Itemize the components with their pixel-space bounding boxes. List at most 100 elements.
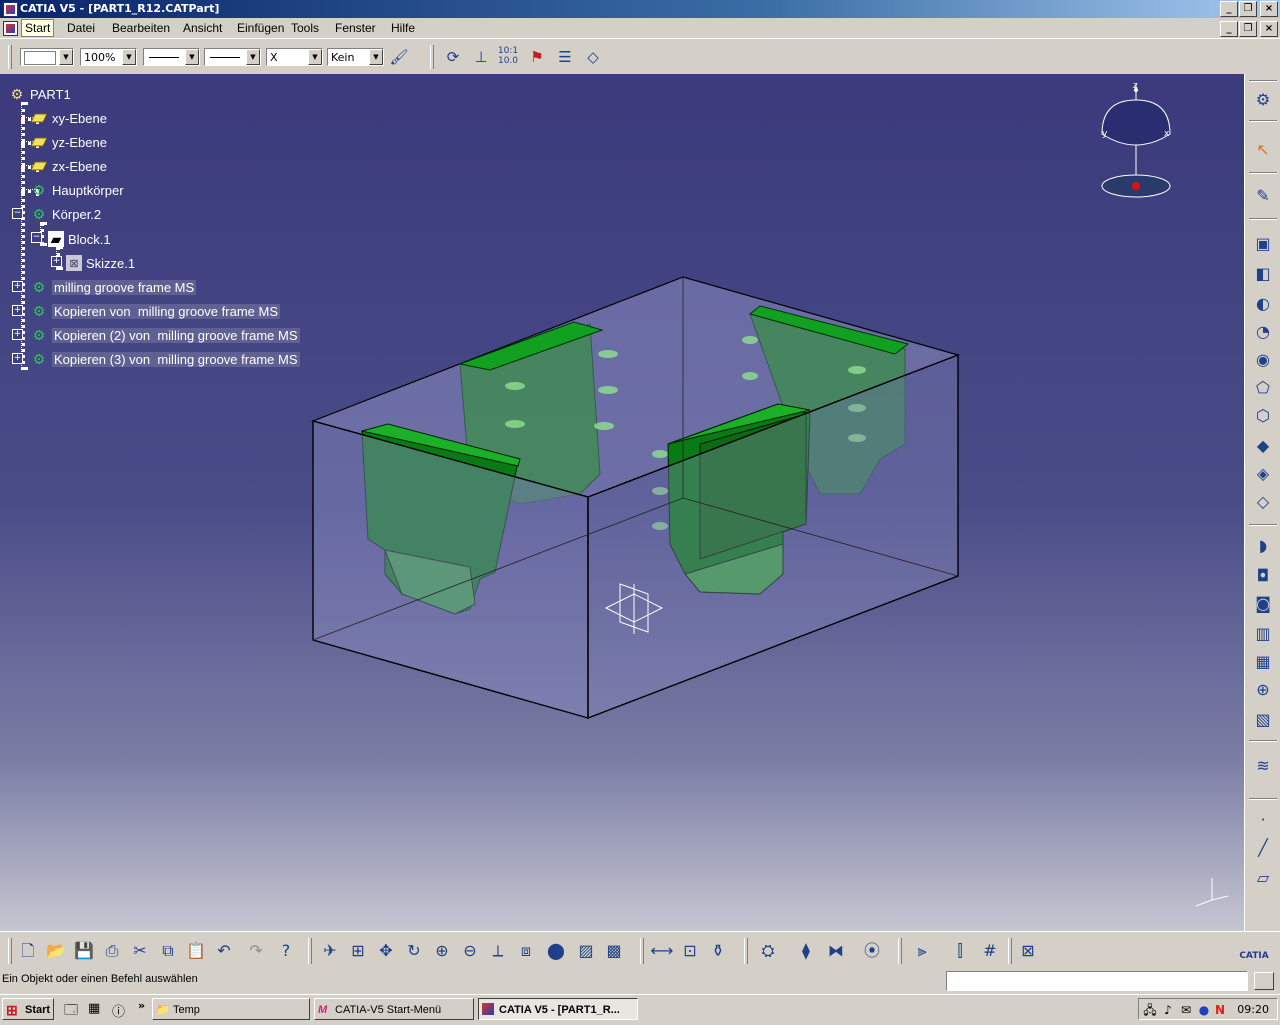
- command-button[interactable]: [1254, 972, 1274, 990]
- grid-icon[interactable]: #: [978, 939, 1002, 963]
- render-style-icon[interactable]: ⬤: [544, 939, 568, 963]
- draft-analysis-icon[interactable]: ⫿: [948, 939, 972, 963]
- cut-icon[interactable]: ✂: [128, 939, 152, 963]
- plane-tool-icon[interactable]: ▱: [1251, 866, 1275, 890]
- analysis-icon[interactable]: ⫸: [910, 939, 934, 963]
- document-icon[interactable]: [3, 21, 18, 36]
- snap-icon[interactable]: ⊠: [1016, 939, 1040, 963]
- slot-tool-icon[interactable]: ⬡: [1251, 404, 1275, 428]
- chamfer-tool-icon[interactable]: ◘: [1251, 564, 1275, 588]
- zoom-out-icon[interactable]: ⊖: [458, 939, 482, 963]
- transparency-combo[interactable]: 100% ▼: [80, 48, 137, 66]
- antivirus-icon[interactable]: ●: [1197, 1003, 1211, 1017]
- pad-tool-icon[interactable]: ▣: [1251, 232, 1275, 256]
- doc-minimize-button[interactable]: _: [1220, 21, 1238, 37]
- hide-show-icon[interactable]: ▨: [574, 939, 598, 963]
- remove-loft-tool-icon[interactable]: ◇: [1251, 490, 1275, 514]
- fly-mode-icon[interactable]: ✈: [318, 939, 342, 963]
- network-icon[interactable]: 🖧: [1143, 1003, 1157, 1017]
- thread-tool-icon[interactable]: ⊕: [1251, 678, 1275, 702]
- info-icon[interactable]: ⓘ: [112, 1001, 125, 1020]
- point-tool-icon[interactable]: ·: [1251, 808, 1275, 832]
- start-button[interactable]: ⊞ Start: [2, 998, 54, 1020]
- fit-all-icon[interactable]: ⊞: [346, 939, 370, 963]
- paste-icon[interactable]: 📋: [184, 939, 208, 963]
- remove-face-tool-icon[interactable]: ▧: [1251, 708, 1275, 732]
- menu-fenster[interactable]: Fenster: [335, 21, 376, 35]
- open-icon[interactable]: 📂: [44, 939, 68, 963]
- union-trim-icon[interactable]: ⦿: [860, 939, 884, 963]
- doc-close-button[interactable]: ×: [1260, 21, 1278, 37]
- line-type-combo[interactable]: ▼: [204, 48, 261, 66]
- thickness-tool-icon[interactable]: ▦: [1251, 650, 1275, 674]
- boolean-icon[interactable]: ⧫: [794, 939, 818, 963]
- mail-icon[interactable]: ✉: [1179, 1003, 1193, 1017]
- menu-tools[interactable]: Tools: [291, 21, 319, 35]
- hole-tool-icon[interactable]: ◉: [1251, 348, 1275, 372]
- measure-inertia-icon[interactable]: ⚱: [706, 939, 730, 963]
- measure-item-icon[interactable]: ⊡: [678, 939, 702, 963]
- new-icon[interactable]: 🗋: [16, 939, 40, 963]
- apply-material-icon[interactable]: ⛭: [756, 939, 780, 963]
- views-icon[interactable]: ⧈: [514, 939, 538, 963]
- sketcher-icon[interactable]: ✎: [1251, 184, 1275, 208]
- menu-einfuegen[interactable]: Einfügen: [237, 21, 284, 35]
- undo-icon[interactable]: ↶: [212, 939, 236, 963]
- point-type-combo[interactable]: X ▼: [266, 48, 323, 66]
- menu-start[interactable]: Start: [21, 19, 55, 37]
- catia-app-icon[interactable]: [3, 2, 18, 17]
- desktop-icon[interactable]: 🗔: [64, 1001, 78, 1023]
- measure-between-icon[interactable]: ⟷: [650, 939, 674, 963]
- command-input[interactable]: [946, 971, 1248, 991]
- zoom-in-icon[interactable]: ⊕: [430, 939, 454, 963]
- minimize-button[interactable]: _: [1220, 1, 1238, 17]
- 3d-viewport[interactable]: ⚙ PART1 xy-Ebene yz-Ebene zx-Ebene ⚙ Hau…: [0, 74, 1244, 931]
- close-button[interactable]: ×: [1260, 1, 1278, 17]
- menu-ansicht[interactable]: Ansicht: [183, 21, 222, 35]
- task-catia-window[interactable]: CATIA V5 - [PART1_R...: [478, 998, 638, 1020]
- shaft-tool-icon[interactable]: ◐: [1251, 292, 1275, 316]
- volume-icon[interactable]: ♪: [1161, 1003, 1175, 1017]
- normal-view-icon[interactable]: ⟂: [486, 939, 510, 963]
- part-model[interactable]: [0, 74, 1244, 931]
- assemble-icon[interactable]: ⧓: [824, 939, 848, 963]
- pocket-tool-icon[interactable]: ◧: [1251, 262, 1275, 286]
- color-combo[interactable]: ▼: [20, 48, 74, 66]
- painter-icon[interactable]: 🖌: [388, 46, 410, 68]
- table-icon[interactable]: ☰: [554, 46, 576, 68]
- task-temp[interactable]: 📁 Temp: [152, 998, 310, 1020]
- menu-bearbeiten[interactable]: Bearbeiten: [112, 21, 170, 35]
- select-arrow-icon[interactable]: ↖: [1251, 138, 1275, 162]
- stiffener-tool-icon[interactable]: ◆: [1251, 434, 1275, 458]
- whats-this-icon[interactable]: ?: [274, 939, 298, 963]
- task-catia-start-menu[interactable]: M CATIA-V5 Start-Menü: [314, 998, 474, 1020]
- chevron-icon[interactable]: »: [138, 999, 145, 1012]
- pan-icon[interactable]: ✥: [374, 939, 398, 963]
- restore-button[interactable]: ❐: [1239, 1, 1257, 17]
- menu-hilfe[interactable]: Hilfe: [391, 21, 415, 35]
- toolbar-grip[interactable]: [8, 45, 12, 69]
- copy-icon[interactable]: ⧉: [156, 939, 180, 963]
- redo-icon[interactable]: ↷: [244, 939, 268, 963]
- catalog-icon[interactable]: ◇: [582, 46, 604, 68]
- axis-system-icon[interactable]: ⊥: [470, 46, 492, 68]
- measure-icon[interactable]: ⚑: [526, 46, 548, 68]
- menu-datei[interactable]: Datei: [67, 21, 95, 35]
- shell-tool-icon[interactable]: ▥: [1251, 622, 1275, 646]
- rotate-icon[interactable]: ↻: [402, 939, 426, 963]
- line-tool-icon[interactable]: ╱: [1251, 836, 1275, 860]
- update-icon[interactable]: ⟳: [442, 46, 464, 68]
- draft-tool-icon[interactable]: ◙: [1251, 592, 1275, 616]
- print-icon[interactable]: ⎙: [100, 939, 124, 963]
- rib-tool-icon[interactable]: ⬠: [1251, 376, 1275, 400]
- doc-restore-button[interactable]: ❐: [1239, 21, 1257, 37]
- quicklaunch-icon[interactable]: ▦: [88, 1001, 100, 1016]
- swap-space-icon[interactable]: ▩: [602, 939, 626, 963]
- layer-combo[interactable]: Kein ▼: [327, 48, 384, 66]
- fillet-tool-icon[interactable]: ◗: [1251, 534, 1275, 558]
- save-icon[interactable]: 💾: [72, 939, 96, 963]
- compass[interactable]: z y x: [1090, 78, 1180, 208]
- groove-tool-icon[interactable]: ◔: [1251, 320, 1275, 344]
- split-tool-icon[interactable]: ≋: [1251, 754, 1275, 778]
- line-thickness-combo[interactable]: ▼: [143, 48, 200, 66]
